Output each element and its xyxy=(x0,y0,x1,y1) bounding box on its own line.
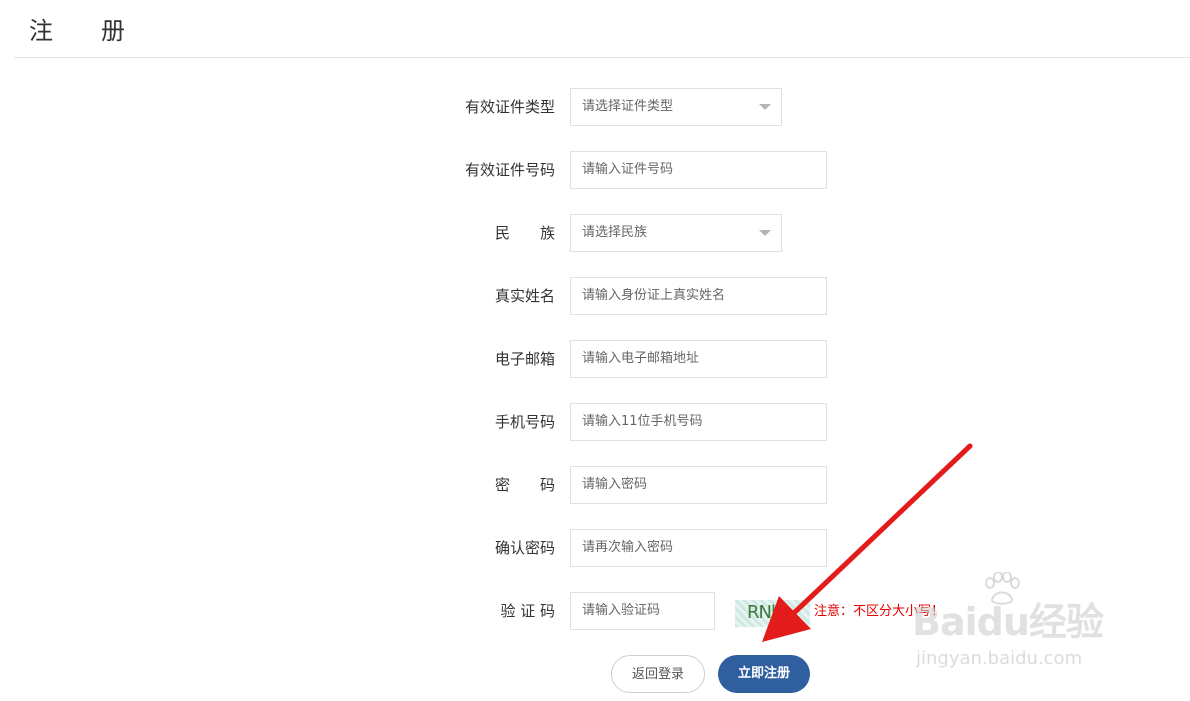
form-row-id-number: 有效证件号码 请输入证件号码 xyxy=(0,151,1190,189)
watermark-url: jingyan.baidu.com xyxy=(916,648,1083,669)
id-type-label: 有效证件类型 xyxy=(464,98,555,116)
ethnicity-label: 民 族 xyxy=(494,224,555,242)
confirm-password-input[interactable]: 请再次输入密码 xyxy=(570,529,827,567)
captcha-input[interactable]: 请输入验证码 xyxy=(570,592,715,630)
id-type-placeholder: 请选择证件类型 xyxy=(582,99,674,114)
form-row-id-type: 有效证件类型 请选择证件类型 xyxy=(0,88,1190,126)
real-name-label: 真实姓名 xyxy=(494,287,555,305)
id-number-input[interactable]: 请输入证件号码 xyxy=(570,151,827,189)
form-row-phone: 手机号码 请输入11位手机号码 xyxy=(0,403,1190,441)
chevron-down-icon xyxy=(759,230,771,236)
phone-placeholder: 请输入11位手机号码 xyxy=(582,414,703,429)
email-placeholder: 请输入电子邮箱地址 xyxy=(582,351,700,366)
phone-input[interactable]: 请输入11位手机号码 xyxy=(570,403,827,441)
chevron-down-icon xyxy=(759,104,771,110)
form-row-email: 电子邮箱 请输入电子邮箱地址 xyxy=(0,340,1190,378)
captcha-placeholder: 请输入验证码 xyxy=(582,603,661,618)
ethnicity-placeholder: 请选择民族 xyxy=(582,225,648,240)
id-number-placeholder: 请输入证件号码 xyxy=(582,162,674,177)
form-row-captcha: 验 证 码 请输入验证码 xyxy=(0,592,1190,630)
form-row-ethnicity: 民 族 请选择民族 xyxy=(0,214,1190,252)
form-row-real-name: 真实姓名 请输入身份证上真实姓名 xyxy=(0,277,1190,315)
captcha-note: 注意：不区分大小写！ xyxy=(814,604,945,619)
header-divider xyxy=(14,57,1190,58)
captcha-label: 验 证 码 xyxy=(500,602,555,620)
form-row-confirm-password: 确认密码 请再次输入密码 xyxy=(0,529,1190,567)
id-number-label: 有效证件号码 xyxy=(464,161,555,179)
password-input[interactable]: 请输入密码 xyxy=(570,466,827,504)
page-header: 注 册 xyxy=(0,0,1190,58)
email-label: 电子邮箱 xyxy=(494,350,555,368)
email-input[interactable]: 请输入电子邮箱地址 xyxy=(570,340,827,378)
form-row-password: 密 码 请输入密码 xyxy=(0,466,1190,504)
ethnicity-select[interactable]: 请选择民族 xyxy=(570,214,782,252)
password-placeholder: 请输入密码 xyxy=(582,477,648,492)
real-name-placeholder: 请输入身份证上真实姓名 xyxy=(582,288,726,303)
confirm-password-label: 确认密码 xyxy=(494,539,555,557)
back-to-login-button[interactable]: 返回登录 xyxy=(611,655,705,693)
phone-label: 手机号码 xyxy=(494,413,555,431)
id-type-select[interactable]: 请选择证件类型 xyxy=(570,88,782,126)
real-name-input[interactable]: 请输入身份证上真实姓名 xyxy=(570,277,827,315)
captcha-image-text: RNb xyxy=(747,602,782,623)
captcha-image[interactable]: RNb xyxy=(735,600,810,627)
confirm-password-placeholder: 请再次输入密码 xyxy=(582,540,674,555)
register-page: 注 册 有效证件类型 请选择证件类型 有效证件号码 请输入证件号码 民 族 请选… xyxy=(0,0,1190,701)
page-title: 注 册 xyxy=(29,17,125,45)
password-label: 密 码 xyxy=(494,476,555,494)
register-now-button[interactable]: 立即注册 xyxy=(718,655,810,693)
